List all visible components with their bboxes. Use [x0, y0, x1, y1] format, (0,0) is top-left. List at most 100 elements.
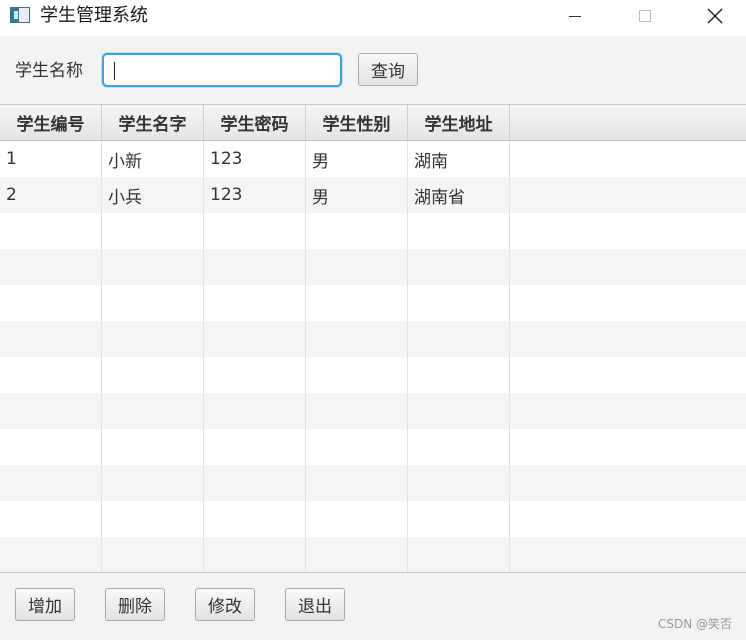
edit-button[interactable]: 修改 [195, 588, 255, 621]
table-cell [204, 321, 306, 357]
row-filler [510, 141, 746, 177]
table-row[interactable]: 1 小新 123 男湖南 [0, 141, 746, 177]
table-cell [0, 393, 102, 429]
table-cell [102, 285, 204, 321]
column-header[interactable]: 学生地址 [408, 105, 510, 140]
table-cell [306, 249, 408, 285]
table-body: 1 小新 123 男湖南 2 小兵 123 男湖南省 [0, 141, 746, 572]
maximize-icon [639, 10, 651, 22]
table-cell [306, 213, 408, 249]
watermark: CSDN @笑否 [657, 617, 732, 631]
delete-button[interactable]: 删除 [105, 588, 165, 621]
close-button[interactable] [692, 0, 738, 32]
table-cell [408, 393, 510, 429]
table-cell [408, 321, 510, 357]
table-cell [102, 393, 204, 429]
table-cell [204, 393, 306, 429]
table-cell [408, 285, 510, 321]
table-cell [204, 357, 306, 393]
empty-table-row[interactable] [0, 249, 746, 285]
column-header[interactable]: 学生性别 [306, 105, 408, 140]
table-cell [0, 429, 102, 465]
minimize-button[interactable] [552, 0, 598, 32]
table-cell [102, 537, 204, 572]
title-bar: 学生管理系统 [0, 0, 746, 36]
header-filler [510, 105, 746, 140]
search-label: 学生名称 [15, 61, 83, 81]
table-cell [204, 285, 306, 321]
column-header[interactable]: 学生编号 [0, 105, 102, 140]
table-cell [0, 321, 102, 357]
table-cell: 123 [204, 141, 306, 177]
empty-table-row[interactable] [0, 429, 746, 465]
table-cell [306, 393, 408, 429]
empty-table-row[interactable] [0, 465, 746, 501]
table-cell [306, 357, 408, 393]
table-cell [102, 249, 204, 285]
table-cell [0, 501, 102, 537]
table-cell [0, 465, 102, 501]
empty-table-row[interactable] [0, 213, 746, 249]
row-filler [510, 393, 746, 429]
app-window: 学生管理系统 学生名称 查询 学生编号 学生名字 学生密码 学生性别 学生地址 1 小新 1… [0, 0, 746, 640]
table-cell [102, 429, 204, 465]
table-cell [0, 213, 102, 249]
row-filler [510, 357, 746, 393]
empty-table-row[interactable] [0, 501, 746, 537]
window-title: 学生管理系统 [40, 5, 148, 26]
table-cell [408, 465, 510, 501]
table-cell [306, 501, 408, 537]
table-cell [204, 213, 306, 249]
table-cell [0, 285, 102, 321]
student-table: 学生编号 学生名字 学生密码 学生性别 学生地址 1 小新 123 男湖南 2 小兵 123 男湖南省 [0, 104, 746, 573]
empty-table-row[interactable] [0, 321, 746, 357]
empty-table-row[interactable] [0, 357, 746, 393]
column-header[interactable]: 学生名字 [102, 105, 204, 140]
table-cell [102, 501, 204, 537]
table-cell [0, 537, 102, 572]
empty-table-row[interactable] [0, 537, 746, 572]
table-cell [102, 213, 204, 249]
column-header[interactable]: 学生密码 [204, 105, 306, 140]
table-cell [408, 429, 510, 465]
table-cell: 1 [0, 141, 102, 177]
table-cell [204, 429, 306, 465]
add-button[interactable]: 增加 [15, 588, 75, 621]
table-cell [204, 501, 306, 537]
table-header: 学生编号 学生名字 学生密码 学生性别 学生地址 [0, 105, 746, 141]
table-cell [306, 321, 408, 357]
table-cell [204, 465, 306, 501]
exit-button[interactable]: 退出 [285, 588, 345, 621]
table-cell [306, 465, 408, 501]
table-cell: 小新 [102, 141, 204, 177]
minimize-icon [569, 15, 581, 17]
row-filler [510, 321, 746, 357]
student-name-search-input[interactable] [102, 53, 342, 87]
table-cell [306, 537, 408, 572]
table-cell: 湖南省 [408, 177, 510, 213]
empty-table-row[interactable] [0, 285, 746, 321]
table-row[interactable]: 2 小兵 123 男湖南省 [0, 177, 746, 213]
table-cell: 男 [306, 177, 408, 213]
table-cell [408, 213, 510, 249]
table-cell [102, 321, 204, 357]
table-cell [0, 249, 102, 285]
row-filler [510, 249, 746, 285]
row-filler [510, 213, 746, 249]
row-filler [510, 429, 746, 465]
table-cell [306, 429, 408, 465]
close-icon [707, 8, 723, 24]
row-filler [510, 501, 746, 537]
empty-table-row[interactable] [0, 393, 746, 429]
table-cell: 小兵 [102, 177, 204, 213]
table-cell [408, 537, 510, 572]
text-caret [114, 62, 115, 80]
table-cell [204, 249, 306, 285]
maximize-button[interactable] [622, 0, 668, 32]
table-cell [102, 465, 204, 501]
table-cell: 男 [306, 141, 408, 177]
query-button[interactable]: 查询 [358, 53, 418, 86]
row-filler [510, 285, 746, 321]
row-filler [510, 177, 746, 213]
row-filler [510, 537, 746, 572]
